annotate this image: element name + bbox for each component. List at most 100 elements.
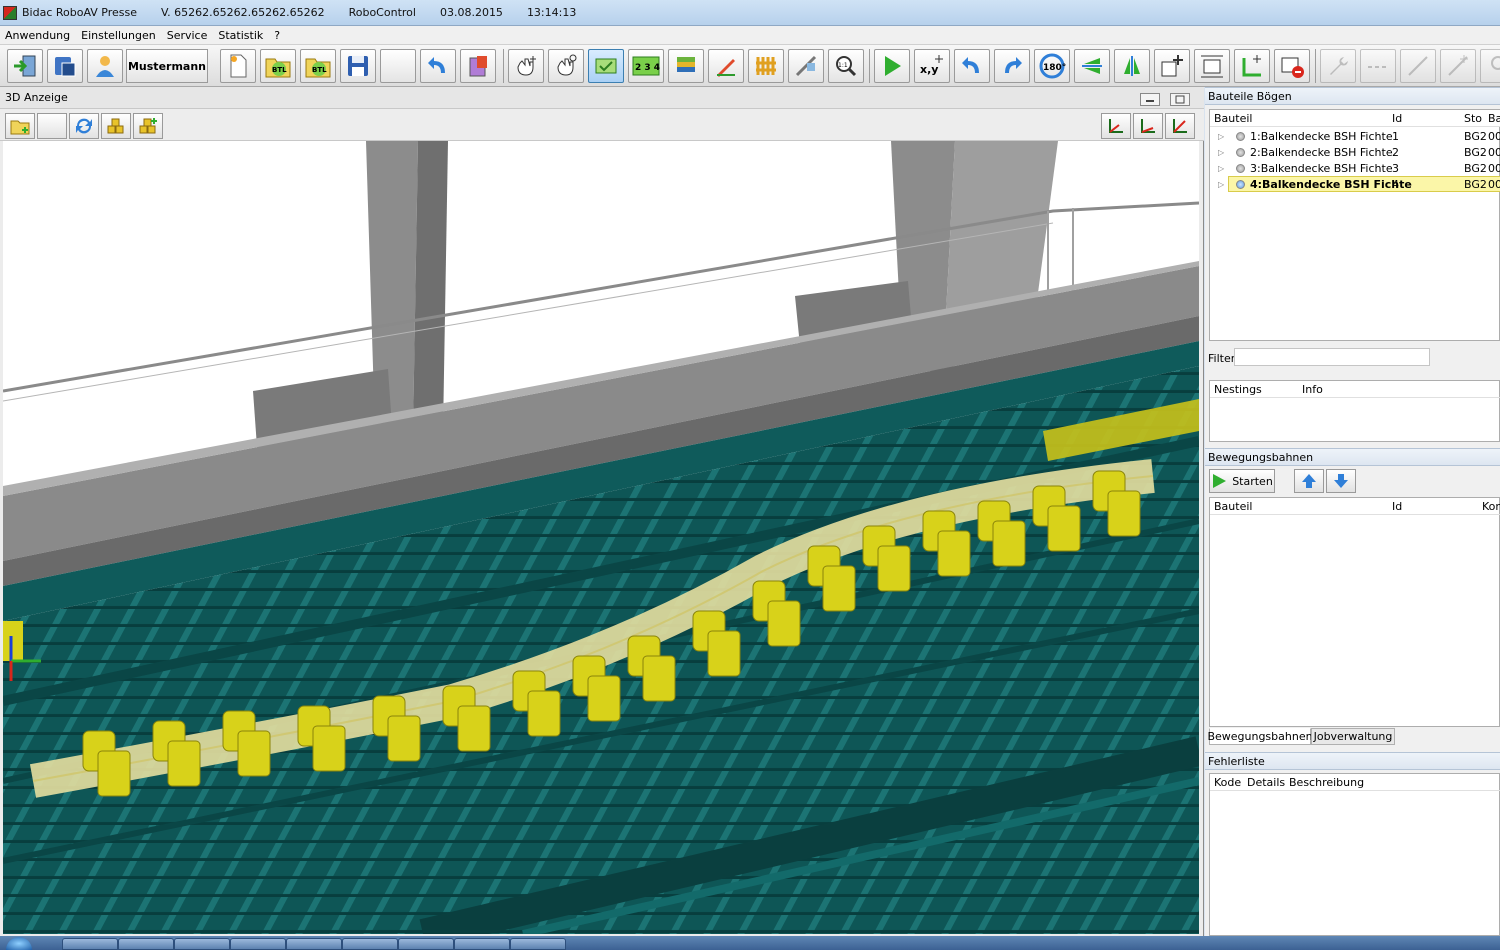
- bars-button[interactable]: [748, 49, 784, 83]
- expand-arrow-icon[interactable]: ▷: [1218, 132, 1224, 141]
- empty-button[interactable]: [380, 49, 416, 83]
- move-up-button[interactable]: [1294, 469, 1324, 493]
- play-button[interactable]: [874, 49, 910, 83]
- exit-button[interactable]: [7, 49, 43, 83]
- tree-row-selected[interactable]: ▷ 4:Balkendecke BSH Fichte 4 BG2 00: [1210, 176, 1500, 192]
- col-details[interactable]: Details: [1247, 774, 1285, 791]
- menu-einstellungen[interactable]: Einstellungen: [76, 29, 162, 42]
- taskbar-app-7[interactable]: [398, 938, 454, 950]
- tree-row[interactable]: ▷ 3:Balkendecke BSH Fichte 3 BG2 00: [1210, 160, 1500, 176]
- user-button[interactable]: [87, 49, 123, 83]
- col-bauteil[interactable]: Bauteil: [1214, 110, 1252, 127]
- axis-view-2-button[interactable]: [1133, 113, 1163, 139]
- save-button[interactable]: [340, 49, 376, 83]
- move-hand-button[interactable]: [508, 49, 544, 83]
- move-line-button[interactable]: [1440, 49, 1476, 83]
- taskbar-opera[interactable]: [174, 938, 230, 950]
- measure-button[interactable]: [788, 49, 824, 83]
- move-object-button[interactable]: [1154, 49, 1190, 83]
- new-file-button[interactable]: [220, 49, 256, 83]
- start-orb-icon[interactable]: [6, 937, 32, 950]
- menu-anwendung[interactable]: Anwendung: [0, 29, 76, 42]
- axis-view-3-button[interactable]: [1165, 113, 1195, 139]
- rotate-180-button[interactable]: 180°: [1034, 49, 1070, 83]
- col-id[interactable]: Id: [1392, 498, 1402, 515]
- taskbar-app-8[interactable]: [454, 938, 510, 950]
- expand-arrow-icon[interactable]: ▷: [1218, 180, 1224, 189]
- place-corner-button[interactable]: [1234, 49, 1270, 83]
- col-kon[interactable]: Kon: [1482, 498, 1500, 515]
- taskbar-app-6[interactable]: [342, 938, 398, 950]
- col-beschreibung[interactable]: Beschreibung: [1289, 774, 1364, 791]
- zoom-scale-button[interactable]: 1:1: [828, 49, 864, 83]
- tools-button[interactable]: [1320, 49, 1356, 83]
- move-object-icon: [1161, 55, 1183, 77]
- dimension-button[interactable]: [1194, 49, 1230, 83]
- col-sto[interactable]: Sto: [1464, 110, 1482, 127]
- maximize-button[interactable]: [1170, 93, 1190, 106]
- clipboard-button[interactable]: [460, 49, 496, 83]
- tab-bewegungsbahnen[interactable]: Bewegungsbahnen: [1207, 728, 1313, 745]
- diagonal-line-button[interactable]: [1400, 49, 1436, 83]
- expand-arrow-icon[interactable]: ▷: [1218, 148, 1224, 157]
- bewegungsbahnen-column-header: [1210, 498, 1500, 515]
- export-btl-button[interactable]: BTL: [300, 49, 336, 83]
- 3d-scene[interactable]: [3, 141, 1199, 934]
- col-nestings[interactable]: Nestings: [1214, 381, 1262, 398]
- axis-view-1-button[interactable]: [1101, 113, 1131, 139]
- layers-button[interactable]: [668, 49, 704, 83]
- taskbar-explorer[interactable]: [62, 938, 118, 950]
- rotate-left-button[interactable]: [954, 49, 990, 83]
- nestings-list[interactable]: Nestings Info: [1209, 380, 1500, 442]
- minimize-button[interactable]: [1140, 93, 1160, 106]
- bauteil-sto: BG2: [1464, 177, 1487, 191]
- import-btl-button[interactable]: BTL: [260, 49, 296, 83]
- expand-arrow-icon[interactable]: ▷: [1218, 164, 1224, 173]
- filter-input[interactable]: [1234, 348, 1430, 366]
- fehlerliste-title: Fehlerliste: [1208, 754, 1265, 768]
- taskbar-outlook[interactable]: [230, 938, 286, 950]
- move-down-button[interactable]: [1326, 469, 1356, 493]
- numbering-button[interactable]: 2 3 4: [628, 49, 664, 83]
- menu-help[interactable]: ?: [269, 29, 286, 42]
- taskbar-robo-app[interactable]: [510, 938, 566, 950]
- col-ba[interactable]: Ba: [1488, 110, 1500, 127]
- tree-row[interactable]: ▷ 2:Balkendecke BSH Fichte 2 BG2 00: [1210, 144, 1500, 160]
- save-db-button[interactable]: [47, 49, 83, 83]
- 3d-viewport[interactable]: [3, 141, 1199, 934]
- tree-row[interactable]: ▷ 1:Balkendecke BSH Fichte 1 BG2 00: [1210, 128, 1500, 144]
- taskbar-ie[interactable]: [118, 938, 174, 950]
- menu-service[interactable]: Service: [162, 29, 214, 42]
- bauteile-tree[interactable]: Bauteil Id Sto Ba ▷ 1:Balkendecke BSH Fi…: [1209, 109, 1500, 341]
- corner-icon: [1242, 55, 1261, 77]
- bewegungsbahnen-list[interactable]: Bauteil Id Kon: [1209, 497, 1500, 727]
- start-button[interactable]: Starten: [1209, 469, 1275, 493]
- search-button[interactable]: [1480, 49, 1500, 83]
- fehlerliste-header: Fehlerliste: [1205, 752, 1500, 770]
- undo-button[interactable]: [420, 49, 456, 83]
- col-kode[interactable]: Kode: [1214, 774, 1241, 791]
- rotate-hand-button[interactable]: [548, 49, 584, 83]
- col-id[interactable]: Id: [1392, 110, 1402, 127]
- blank-button[interactable]: [37, 113, 67, 139]
- fehlerliste-list[interactable]: Kode Details Beschreibung: [1209, 773, 1500, 936]
- mirror-horizontal-button[interactable]: [1074, 49, 1110, 83]
- line-style-button[interactable]: [1360, 49, 1396, 83]
- select-area-button[interactable]: [588, 49, 624, 83]
- delete-object-button[interactable]: [1274, 49, 1310, 83]
- menu-statistik[interactable]: Statistik: [213, 29, 269, 42]
- draw-line-button[interactable]: [708, 49, 744, 83]
- taskbar-app-5[interactable]: [286, 938, 342, 950]
- refresh-button[interactable]: [69, 113, 99, 139]
- coordinates-button[interactable]: x,y: [914, 49, 950, 83]
- axis-icon: [1141, 119, 1155, 133]
- mirror-vertical-button[interactable]: [1114, 49, 1150, 83]
- add-boxes-button[interactable]: [133, 113, 163, 139]
- rotate-right-button[interactable]: [994, 49, 1030, 83]
- user-icon: [96, 56, 114, 77]
- col-info[interactable]: Info: [1302, 381, 1323, 398]
- col-bauteil[interactable]: Bauteil: [1214, 498, 1252, 515]
- stack-boxes-button[interactable]: [101, 113, 131, 139]
- add-folder-button[interactable]: [5, 113, 35, 139]
- tab-jobverwaltung[interactable]: Jobverwaltung: [1311, 728, 1395, 745]
